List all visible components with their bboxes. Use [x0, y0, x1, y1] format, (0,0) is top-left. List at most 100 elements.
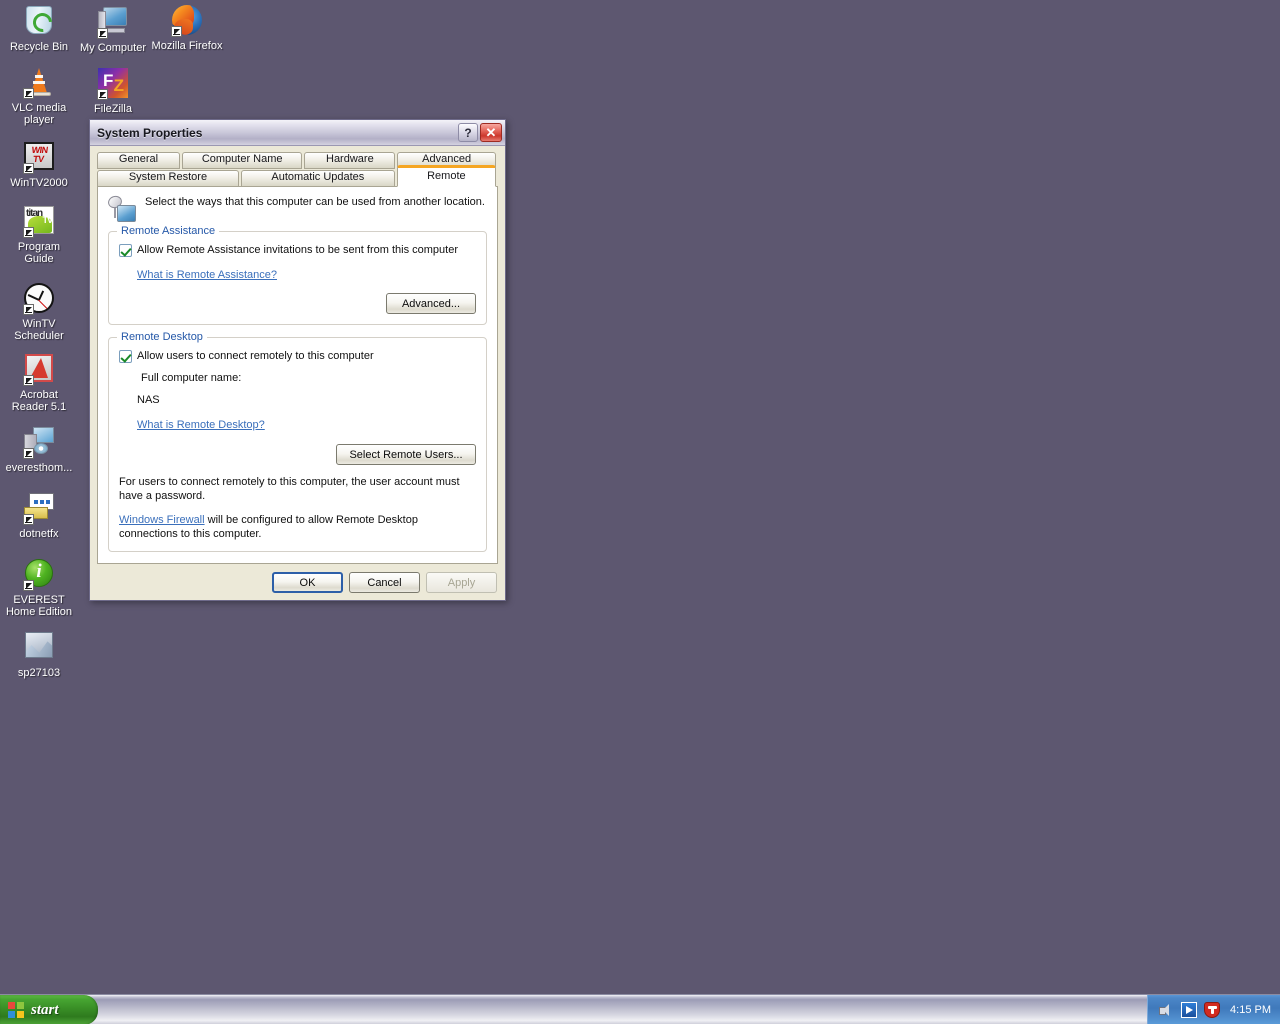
help-button[interactable]: ?	[458, 123, 478, 142]
windows-firewall-link[interactable]: Windows Firewall	[119, 514, 205, 526]
remote-desktop-button-row: Select Remote Users...	[119, 444, 476, 465]
remote-assistance-checkbox-row[interactable]: Allow Remote Assistance invitations to b…	[119, 243, 476, 257]
desktop-icon-acrobat-reader[interactable]: Acrobat Reader 5.1	[2, 354, 76, 413]
taskbar-window-buttons-area[interactable]	[98, 995, 1147, 1024]
volume-icon[interactable]	[1158, 1002, 1174, 1018]
firefox-icon	[171, 5, 203, 37]
full-computer-name-label: Full computer name:	[119, 371, 476, 385]
desktop-icon-label: everesthom...	[2, 462, 76, 474]
desktop-icon-label: Mozilla Firefox	[150, 40, 224, 52]
desktop-icon-column-1: Recycle Bin VLC media player WIN TV WinT…	[2, 4, 76, 687]
ok-button[interactable]: OK	[272, 572, 343, 593]
dialog-title: System Properties	[97, 126, 456, 140]
desktop-icon-label: VLC media player	[2, 102, 76, 126]
shortcut-arrow-icon	[23, 375, 34, 386]
shortcut-arrow-icon	[23, 227, 34, 238]
remote-assistance-checkbox-label: Allow Remote Assistance invitations to b…	[137, 243, 458, 257]
tab-strip-row-2: System Restore Automatic Updates Remote	[97, 170, 498, 187]
wintv-scheduler-icon	[23, 283, 55, 315]
desktop-icon-mozilla-firefox[interactable]: Mozilla Firefox	[150, 5, 224, 52]
desktop-icon-column-2: My Computer F Z FileZilla	[76, 4, 150, 123]
desktop-icon-recycle-bin[interactable]: Recycle Bin	[2, 6, 76, 53]
password-requirement-note: For users to connect remotely to this co…	[119, 475, 476, 503]
tab-automatic-updates[interactable]: Automatic Updates	[241, 170, 395, 187]
apply-button[interactable]: Apply	[426, 572, 497, 593]
taskbar[interactable]: start 4:15 PM	[0, 994, 1280, 1024]
desktop-icon-label: dotnetfx	[2, 528, 76, 540]
desktop-icon-label: Acrobat Reader 5.1	[2, 389, 76, 413]
shortcut-arrow-icon	[23, 580, 34, 591]
desktop-icon-vlc-media-player[interactable]: VLC media player	[2, 67, 76, 126]
remote-desktop-checkbox-row[interactable]: Allow users to connect remotely to this …	[119, 349, 476, 363]
remote-desktop-group: Remote Desktop Allow users to connect re…	[108, 337, 487, 552]
shortcut-arrow-icon	[23, 163, 34, 174]
sp27103-file-icon	[23, 632, 55, 664]
remote-computer-icon	[108, 196, 136, 222]
remote-desktop-group-title: Remote Desktop	[117, 331, 207, 343]
what-is-remote-assistance-link[interactable]: What is Remote Assistance?	[137, 269, 277, 281]
remote-desktop-checkbox[interactable]	[119, 350, 132, 363]
desktop-icon-my-computer[interactable]: My Computer	[76, 7, 150, 54]
tab-general[interactable]: General	[97, 152, 180, 169]
desktop-icon-sp27103[interactable]: sp27103	[2, 632, 76, 679]
tray-clock[interactable]: 4:15 PM	[1230, 1004, 1271, 1016]
desktop-icon-label: My Computer	[76, 42, 150, 54]
wintv-icon-text: WIN TV	[25, 146, 54, 164]
select-remote-users-button[interactable]: Select Remote Users...	[336, 444, 476, 465]
shortcut-arrow-icon	[23, 304, 34, 315]
desktop-icon-everesthome[interactable]: everesthom...	[2, 427, 76, 474]
desktop-icon-program-guide[interactable]: titan TV Program Guide	[2, 206, 76, 265]
shortcut-arrow-icon	[23, 448, 34, 459]
everest-home-edition-icon	[23, 559, 55, 591]
wintv2000-icon: WIN TV	[23, 142, 55, 174]
vlc-media-player-icon	[23, 67, 55, 99]
acrobat-reader-icon	[23, 354, 55, 386]
filezilla-icon: F Z	[97, 68, 129, 100]
remote-assistance-button-row: Advanced...	[119, 293, 476, 314]
tab-hardware[interactable]: Hardware	[304, 152, 395, 169]
tab-remote[interactable]: Remote	[397, 165, 496, 187]
remote-assistance-group-title: Remote Assistance	[117, 225, 219, 237]
tab-computer-name[interactable]: Computer Name	[182, 152, 302, 169]
dialog-footer: OK Cancel Apply	[272, 572, 497, 593]
desktop-icon-label: WinTV2000	[2, 177, 76, 189]
intro-block: Select the ways that this computer can b…	[108, 195, 487, 222]
firewall-note: Windows Firewall will be configured to a…	[119, 513, 476, 541]
titantv-program-guide-icon: titan TV	[23, 206, 55, 238]
dotnetfx-installer-icon	[23, 493, 55, 525]
my-computer-icon	[97, 7, 129, 39]
titan-label: titan	[26, 208, 42, 219]
desktop-icon-everest-home-edition[interactable]: EVEREST Home Edition	[2, 559, 76, 618]
system-properties-dialog[interactable]: System Properties ? ✕ General Computer N…	[89, 119, 506, 601]
advanced-button[interactable]: Advanced...	[386, 293, 476, 314]
shortcut-arrow-icon	[97, 89, 108, 100]
desktop-icon-label: Program Guide	[2, 241, 76, 265]
desktop-icon-dotnetfx[interactable]: dotnetfx	[2, 493, 76, 540]
security-shield-icon[interactable]	[1204, 1002, 1220, 1018]
what-is-remote-desktop-link[interactable]: What is Remote Desktop?	[137, 419, 265, 431]
remote-desktop-checkbox-label: Allow users to connect remotely to this …	[137, 349, 374, 363]
dialog-title-bar[interactable]: System Properties ? ✕	[90, 120, 505, 146]
cancel-button[interactable]: Cancel	[349, 572, 420, 593]
desktop-icon-wintv-scheduler[interactable]: WinTV Scheduler	[2, 283, 76, 342]
desktop-icon-filezilla[interactable]: F Z FileZilla	[76, 68, 150, 115]
shortcut-arrow-icon	[97, 28, 108, 39]
desktop-icon-label: WinTV Scheduler	[2, 318, 76, 342]
desktop-icon-column-3: Mozilla Firefox	[150, 4, 224, 60]
tab-system-restore[interactable]: System Restore	[97, 170, 239, 187]
close-icon[interactable]: ✕	[480, 123, 502, 142]
remote-assistance-checkbox[interactable]	[119, 244, 132, 257]
recycle-bin-icon	[23, 6, 55, 38]
system-tray[interactable]: 4:15 PM	[1147, 995, 1280, 1024]
media-player-icon[interactable]	[1181, 1002, 1197, 1018]
start-button-label: start	[31, 1002, 59, 1019]
intro-text: Select the ways that this computer can b…	[145, 195, 485, 222]
start-button[interactable]: start	[0, 995, 98, 1024]
everest-home-installer-icon	[23, 427, 55, 459]
windows-flag-icon	[8, 1002, 25, 1019]
desktop-icon-label: EVEREST Home Edition	[2, 594, 76, 618]
shortcut-arrow-icon	[23, 514, 34, 525]
dialog-body: General Computer Name Hardware Advanced …	[90, 146, 505, 601]
desktop-icon-label: sp27103	[2, 667, 76, 679]
desktop-icon-wintv2000[interactable]: WIN TV WinTV2000	[2, 142, 76, 189]
